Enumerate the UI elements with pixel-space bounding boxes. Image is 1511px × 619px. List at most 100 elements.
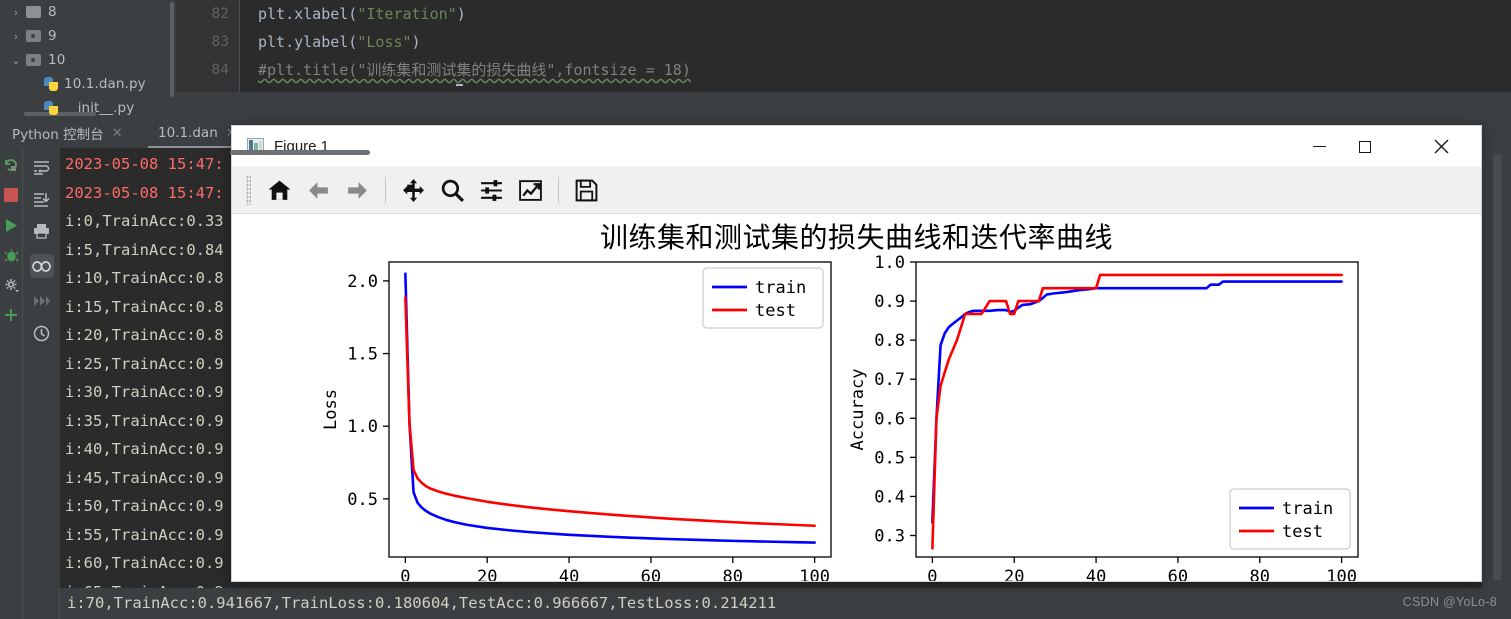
code-token: "Iteration" — [357, 5, 457, 23]
code-token: #plt.title("训练集和测试集的损失曲线",fontsize = 18) — [258, 61, 691, 79]
tree-item[interactable]: 10.1.dan.py — [0, 72, 176, 96]
close-icon — [1434, 139, 1448, 154]
code-token: ) — [456, 5, 466, 23]
editor-scrollbar[interactable] — [1501, 0, 1511, 92]
y-tick-label: 0.5 — [347, 490, 378, 510]
home-icon — [268, 180, 291, 200]
figure-title-bar[interactable]: Figure 1 — [232, 126, 1481, 167]
toolbar-grip[interactable] — [246, 175, 251, 205]
editor-code-area[interactable]: plt.xlabel("Iteration") plt.ylabel("Loss"… — [258, 0, 1511, 84]
code-token: "Loss" — [357, 33, 412, 51]
loss-plot: 0204060801000.51.01.52.0LossIterationtra… — [321, 261, 832, 582]
matplotlib-toolbar[interactable] — [232, 167, 1481, 214]
tab-10-1-dan-label: 10.1.dan — [158, 125, 218, 141]
watermark: CSDN @YoLo-8 — [1402, 595, 1497, 609]
python-file-icon — [44, 76, 59, 92]
y-tick-label: 0.3 — [874, 527, 905, 547]
y-tick-label: 0.8 — [874, 331, 905, 351]
toolbar-separator — [558, 177, 559, 203]
back-arrow-icon — [309, 181, 328, 199]
tree-item[interactable]: ⌄ 10 — [0, 48, 176, 72]
add-icon[interactable] — [2, 306, 20, 324]
x-tick-label: 40 — [1086, 567, 1106, 582]
x-tick-label: 20 — [477, 567, 497, 582]
figure-suptitle: 训练集和测试集的损失曲线和迭代率曲线 — [599, 221, 1113, 254]
code-line[interactable]: #plt.title("训练集和测试集的损失曲线",fontsize = 18) — [258, 56, 1511, 84]
tree-item-label: 9 — [48, 28, 57, 44]
close-button[interactable] — [1418, 126, 1464, 167]
x-tick-label: 80 — [1250, 567, 1270, 582]
fast-forward-icon[interactable] — [33, 292, 51, 310]
folder-icon — [26, 54, 41, 66]
code-token: plt.ylabel( — [258, 33, 358, 51]
chevron-down-icon[interactable]: ⌄ — [6, 54, 26, 67]
console-hscrollbar[interactable] — [230, 150, 370, 155]
ide-right-scrollbar[interactable] — [1493, 155, 1501, 580]
line-chart-icon — [519, 179, 542, 201]
y-axis-label: Accuracy — [848, 369, 868, 451]
settings-icon[interactable] — [2, 276, 20, 294]
console-toolbar[interactable] — [22, 148, 60, 588]
y-tick-label: 0.6 — [874, 409, 905, 429]
project-tree-scrollbar[interactable] — [170, 2, 174, 97]
floppy-disk-icon — [575, 179, 598, 201]
rerun-icon[interactable] — [2, 156, 20, 174]
legend: train test — [1229, 488, 1351, 550]
tree-item-label: 8 — [48, 4, 57, 20]
python-file-icon — [44, 100, 59, 116]
subplots-container: 0204060801000.51.01.52.0LossIterationtra… — [232, 253, 1481, 582]
back-button[interactable] — [300, 172, 337, 209]
configure-subplots-button[interactable] — [473, 172, 510, 209]
use-console-icon[interactable] — [29, 254, 54, 278]
scroll-to-end-icon[interactable] — [33, 190, 51, 208]
legend: train test — [702, 267, 824, 329]
x-tick-label: 80 — [723, 567, 743, 582]
pan-move-icon — [403, 178, 424, 202]
line-number: 84 — [211, 62, 229, 78]
home-button[interactable] — [261, 172, 298, 209]
soft-wrap-icon[interactable] — [33, 158, 51, 176]
status-divider — [22, 588, 23, 619]
tab-10-1-dan[interactable]: 10.1.dan ✕ — [152, 118, 243, 148]
minimize-icon — [1312, 145, 1326, 148]
stop-icon[interactable] — [2, 186, 20, 204]
tree-item[interactable]: › 8 — [0, 0, 176, 24]
x-tick-label: 60 — [1168, 567, 1188, 582]
chevron-right-icon[interactable]: › — [6, 6, 26, 19]
y-tick-label: 1.0 — [347, 417, 378, 437]
status-divider-2 — [59, 588, 60, 619]
code-token: ) — [411, 33, 421, 51]
folder-icon — [26, 30, 41, 42]
print-icon[interactable] — [33, 222, 51, 240]
minimize-button[interactable] — [1296, 126, 1342, 167]
history-icon[interactable] — [33, 324, 51, 342]
code-line[interactable]: plt.xlabel("Iteration") — [258, 0, 1511, 28]
y-tick-label: 1.5 — [347, 345, 378, 365]
tab-python-console[interactable]: Python 控制台 ✕ — [6, 118, 129, 148]
edit-axis-button[interactable] — [512, 172, 549, 209]
magnifier-icon — [441, 179, 465, 202]
y-tick-label: 0.7 — [874, 370, 905, 390]
y-tick-label: 0.9 — [874, 292, 905, 312]
debug-icon[interactable] — [2, 246, 20, 264]
project-tree-hscrollbar[interactable] — [24, 112, 96, 116]
close-icon[interactable]: ✕ — [112, 126, 123, 141]
legend-label-test: test — [1282, 522, 1323, 542]
y-axis-label: Loss — [321, 389, 341, 430]
tree-item-label: 10 — [48, 52, 66, 68]
project-tree[interactable]: › 8 › 9 ⌄ 10 10.1.dan.py __init__.py — [0, 0, 176, 118]
zoom-button[interactable] — [434, 172, 471, 209]
accuracy-plot: 0 20 40 60 80 100 0.3 0.4 0.5 0.6 0.7 0.8 0.9 1.0 Accu… — [848, 253, 1359, 582]
run-icon[interactable] — [2, 216, 20, 234]
tree-item[interactable]: › 9 — [0, 24, 176, 48]
forward-button[interactable] — [339, 172, 376, 209]
matplotlib-figure-window[interactable]: Figure 1 训练集和测试集的损失曲线和迭代率曲线 0 20 40 60 8… — [231, 125, 1482, 582]
code-editor[interactable]: 82 83 84 plt.xlabel("Iteration") plt.ylabel… — [176, 0, 1511, 92]
chevron-right-icon[interactable]: › — [6, 30, 26, 43]
run-toolbar[interactable] — [0, 148, 22, 588]
pan-button[interactable] — [395, 172, 432, 209]
line-number: 83 — [211, 34, 229, 50]
code-line[interactable]: plt.ylabel("Loss") — [258, 28, 1511, 56]
save-button[interactable] — [568, 172, 605, 209]
maximize-button[interactable] — [1342, 126, 1388, 167]
